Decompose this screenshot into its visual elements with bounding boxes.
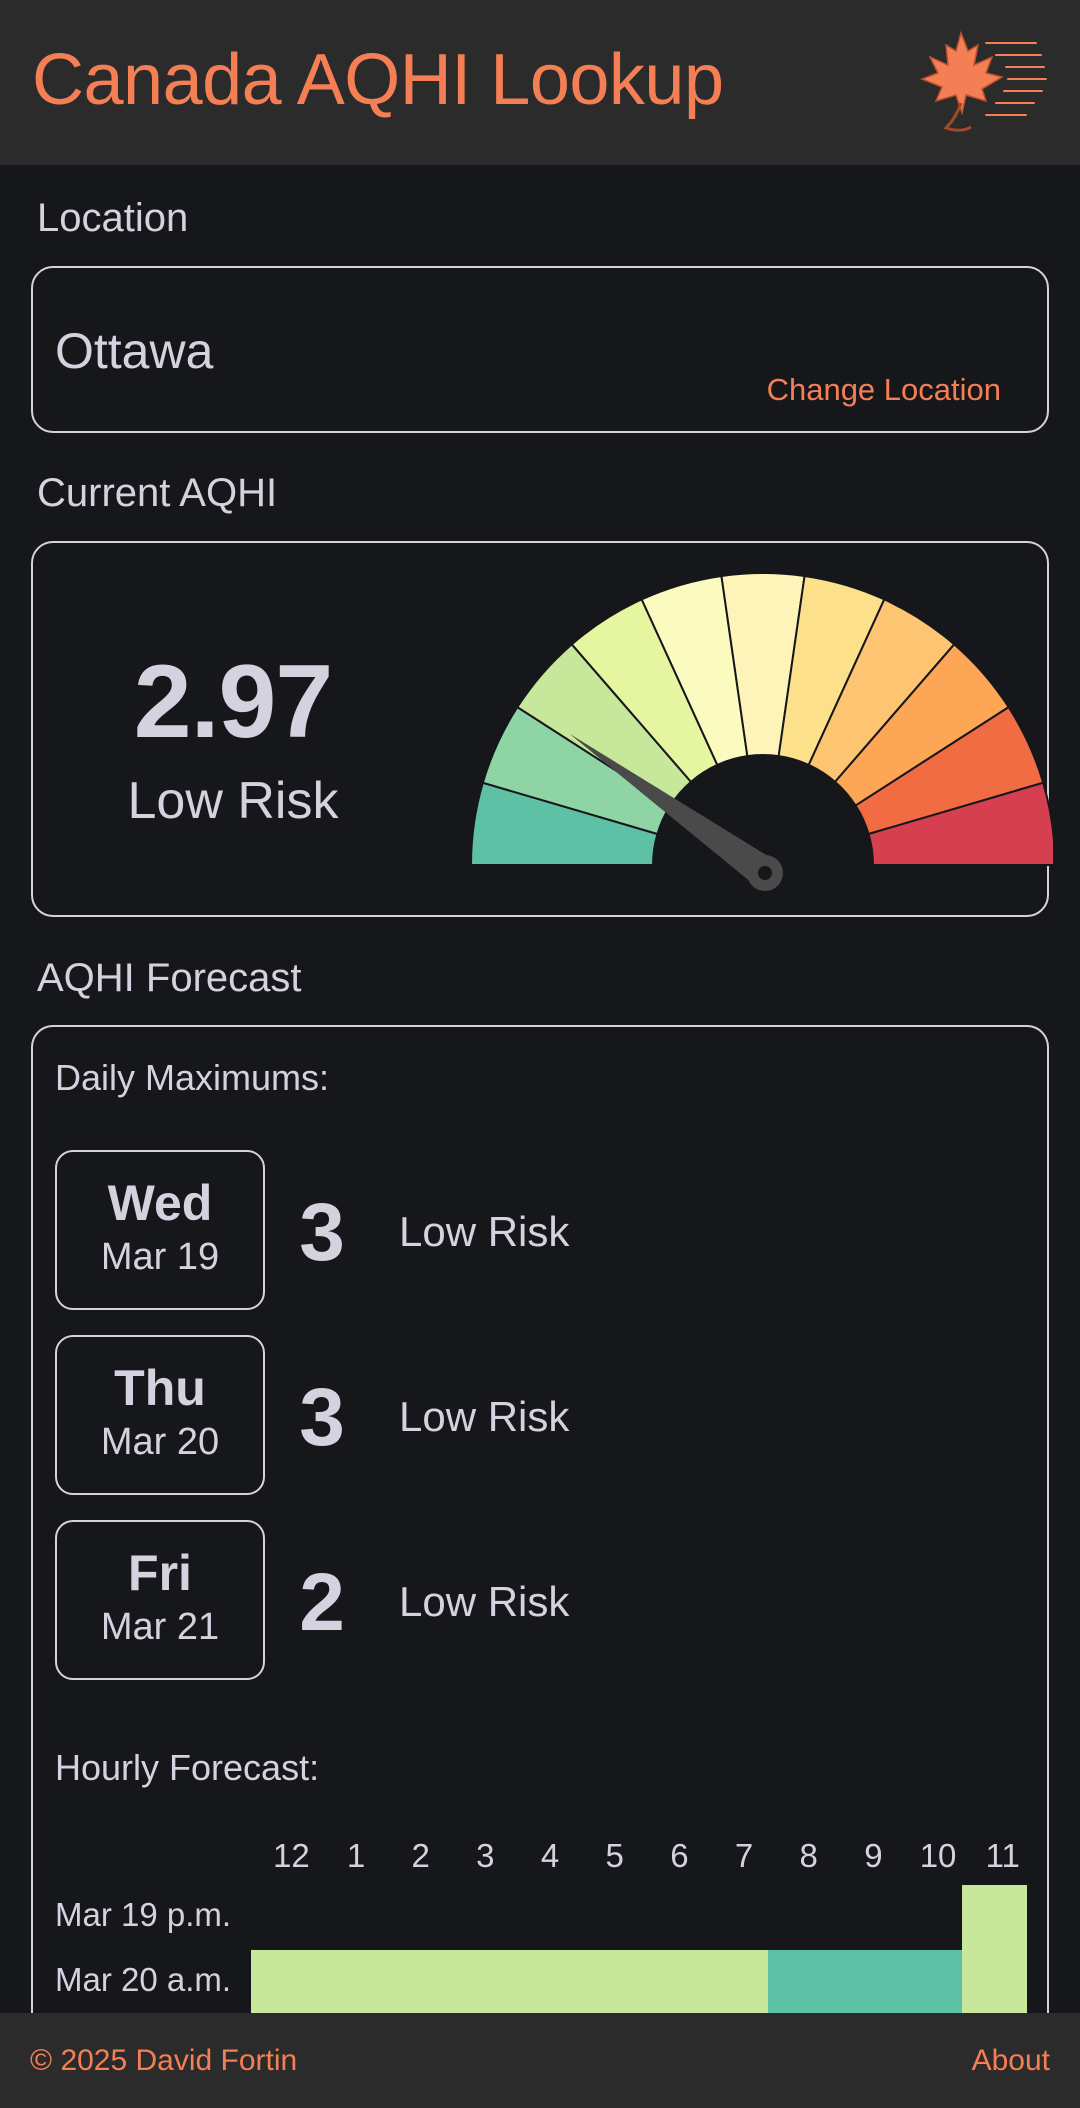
- hour-label: 5: [605, 1837, 624, 1874]
- hourly-cell: [703, 1950, 769, 2015]
- daily-forecast-row: Fri Mar 21 2 Low Risk: [55, 1520, 1015, 1680]
- app-header: Canada AQHI Lookup: [0, 0, 1080, 165]
- hourly-cell: [574, 1950, 640, 2015]
- day-aqhi-value: 2: [299, 1557, 345, 1648]
- location-name: Ottawa: [55, 323, 214, 379]
- hourly-row-label: Mar 19 p.m.: [55, 1896, 232, 1933]
- daily-forecast-row: Thu Mar 20 3 Low Risk: [55, 1335, 1015, 1495]
- location-section-label: Location: [37, 196, 189, 240]
- day-name: Fri: [128, 1545, 192, 1601]
- daily-maximums-label: Daily Maximums:: [55, 1057, 330, 1098]
- hourly-row-label: Mar 20 a.m.: [55, 1961, 232, 1998]
- hour-labels: 12 1 2 3 4 5 6 7 8 9 10 11: [259, 1837, 1035, 1877]
- hourly-cell: [380, 1885, 445, 1950]
- hourly-cell: [509, 1950, 575, 2015]
- hour-label: 10: [919, 1837, 957, 1874]
- day-box: Thu Mar 20: [55, 1335, 265, 1495]
- day-name: Thu: [114, 1360, 206, 1416]
- forecast-section-label: AQHI Forecast: [37, 956, 302, 1000]
- day-risk-label: Low Risk: [399, 1208, 570, 1255]
- day-risk-label: Low Risk: [399, 1393, 570, 1440]
- hourly-cell: [251, 1885, 316, 1950]
- location-card: Ottawa Change Location: [31, 266, 1049, 433]
- day-aqhi-value: 3: [299, 1372, 345, 1463]
- hourly-cell: [897, 1950, 963, 2015]
- forecast-card: Daily Maximums: Wed Mar 19 3 Low Risk Th…: [31, 1025, 1049, 2108]
- daily-forecast-row: Wed Mar 19 3 Low Risk: [55, 1150, 1015, 1310]
- copyright-text: © 2025 David Fortin: [30, 2043, 298, 2077]
- hour-label: 12: [272, 1837, 310, 1874]
- hourly-cell: [962, 1950, 1028, 2015]
- hourly-cell: [833, 1950, 898, 2015]
- hourly-forecast-label: Hourly Forecast:: [55, 1747, 320, 1788]
- day-name: Wed: [107, 1175, 213, 1231]
- hour-label: 6: [670, 1837, 689, 1874]
- about-link[interactable]: About: [972, 2044, 1050, 2078]
- hourly-cell: [704, 1885, 769, 1950]
- current-aqhi-section-label: Current AQHI: [37, 471, 278, 515]
- day-date: Mar 20: [100, 1421, 220, 1463]
- hourly-cell: [251, 1950, 316, 2015]
- change-location-link[interactable]: Change Location: [767, 372, 1001, 408]
- day-aqhi-value: 3: [299, 1187, 345, 1278]
- hourly-cell: [445, 1885, 510, 1950]
- hour-label: 7: [734, 1837, 754, 1874]
- hour-label: 2: [411, 1837, 430, 1874]
- current-aqhi-card: 2.97 Low Risk: [31, 541, 1053, 917]
- day-box: Fri Mar 21: [55, 1520, 265, 1680]
- hourly-cell: [639, 1885, 704, 1950]
- aqhi-gauge: [469, 573, 1053, 891]
- hourly-cell: [315, 1950, 381, 2015]
- maple-leaf-wind-icon: [919, 30, 1047, 132]
- hour-label: 9: [864, 1837, 883, 1874]
- aqhi-risk-label: Low Risk: [127, 772, 339, 830]
- hourly-row: [251, 1885, 1028, 1950]
- hourly-cell: [768, 1950, 834, 2015]
- hour-label: 1: [346, 1837, 366, 1874]
- day-box: Wed Mar 19: [55, 1150, 265, 1310]
- hourly-row: [251, 1950, 1028, 2015]
- hour-label: 11: [985, 1837, 1020, 1874]
- hourly-cell: [380, 1950, 446, 2015]
- hourly-cell: [768, 1885, 833, 1950]
- day-date: Mar 21: [100, 1606, 220, 1648]
- aqhi-value: 2.97: [133, 644, 333, 760]
- hourly-cell: [510, 1885, 575, 1950]
- hourly-cell: [833, 1885, 898, 1950]
- app-footer: © 2025 David Fortin About: [0, 2013, 1080, 2108]
- app-title: Canada AQHI Lookup: [32, 39, 724, 120]
- hour-label: 3: [476, 1837, 495, 1874]
- hourly-cell: [639, 1950, 704, 2015]
- hourly-cell: [898, 1885, 963, 1950]
- day-risk-label: Low Risk: [399, 1578, 570, 1625]
- hour-label: 8: [799, 1837, 818, 1874]
- hourly-cell: [574, 1885, 639, 1950]
- day-date: Mar 19: [100, 1236, 220, 1278]
- hourly-cell: [962, 1885, 1028, 1950]
- hourly-cell: [445, 1950, 510, 2015]
- hour-label: 4: [540, 1837, 560, 1874]
- hourly-cell: [316, 1885, 381, 1950]
